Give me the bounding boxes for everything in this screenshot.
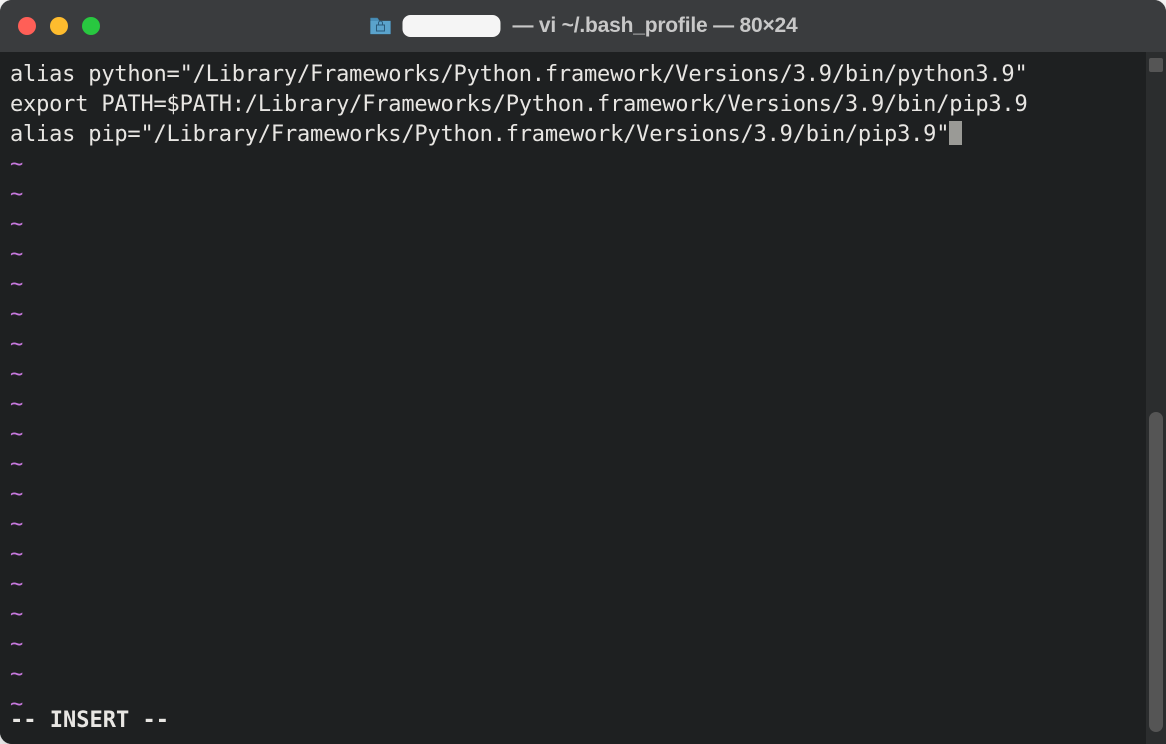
empty-line-tilde: ~ [10,570,1142,600]
empty-line-tilde: ~ [10,180,1142,210]
empty-line-tilde: ~ [10,540,1142,570]
empty-line-tilde: ~ [10,360,1142,390]
minimize-icon[interactable] [50,17,68,35]
empty-line-tilde: ~ [10,240,1142,270]
terminal-body[interactable]: alias python="/Library/Frameworks/Python… [0,52,1166,744]
empty-line-tilde: ~ [10,420,1142,450]
empty-line-tilde: ~ [10,600,1142,630]
empty-line-tilde: ~ [10,660,1142,690]
content-line: export PATH=$PATH:/Library/Frameworks/Py… [10,90,1142,120]
close-icon[interactable] [18,17,36,35]
scrollbar[interactable] [1146,52,1166,744]
empty-line-tilde: ~ [10,300,1142,330]
cursor-icon [949,121,962,145]
empty-line-tilde: ~ [10,270,1142,300]
empty-line-tilde: ~ [10,150,1142,180]
maximize-icon[interactable] [82,17,100,35]
empty-line-tilde: ~ [10,450,1142,480]
title-text: — vi ~/.bash_profile — 80×24 [512,14,797,38]
folder-icon [368,16,392,36]
traffic-lights [0,17,100,35]
scrollbar-thumb[interactable] [1149,412,1163,732]
empty-line-tilde: ~ [10,630,1142,660]
empty-line-tilde: ~ [10,390,1142,420]
scrollbar-marker-icon [1149,58,1163,72]
window-title: — vi ~/.bash_profile — 80×24 [368,14,797,38]
empty-line-tilde: ~ [10,690,1142,720]
empty-line-tilde: ~ [10,510,1142,540]
content-line: alias python="/Library/Frameworks/Python… [10,60,1142,90]
content-line: alias pip="/Library/Frameworks/Python.fr… [10,120,1142,150]
empty-line-tilde: ~ [10,210,1142,240]
editor-content[interactable]: alias python="/Library/Frameworks/Python… [10,60,1142,720]
vi-status-line: -- INSERT -- [10,706,169,736]
terminal-window: — vi ~/.bash_profile — 80×24 alias pytho… [0,0,1166,744]
empty-line-tilde: ~ [10,330,1142,360]
titlebar[interactable]: — vi ~/.bash_profile — 80×24 [0,0,1166,52]
redacted-username [402,15,500,37]
empty-line-tilde: ~ [10,480,1142,510]
